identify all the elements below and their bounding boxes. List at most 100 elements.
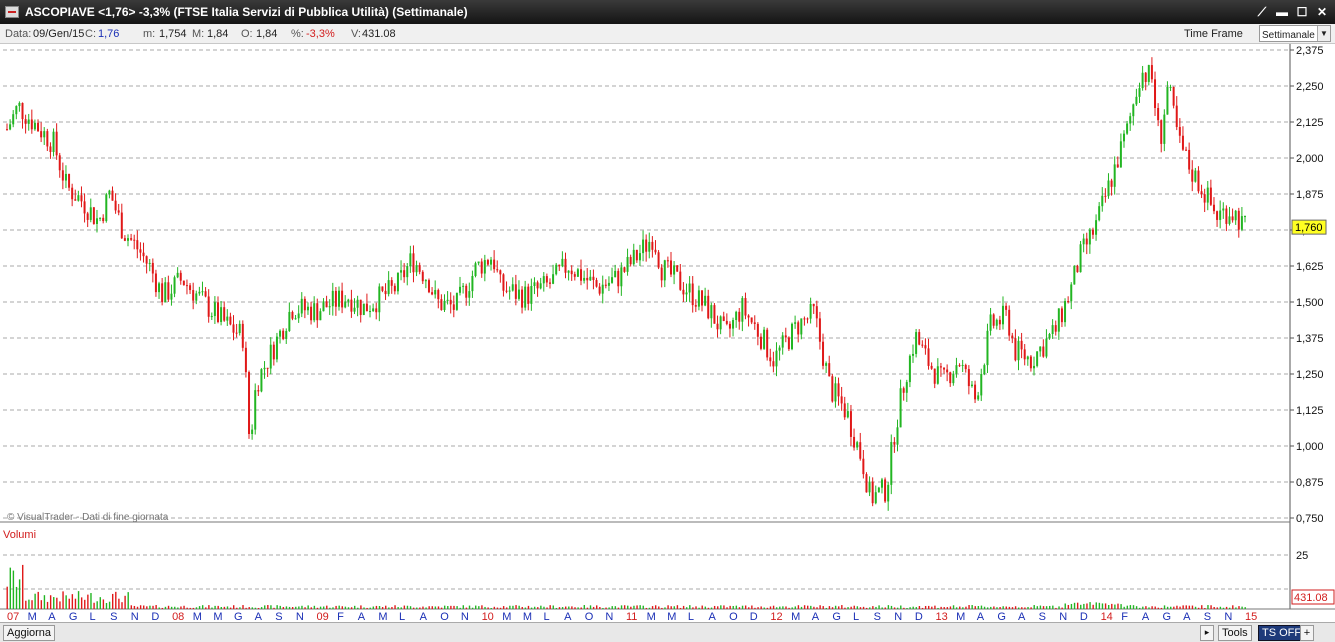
candle-body <box>316 303 319 321</box>
timeframe-select[interactable]: Settimanale ▼ <box>1259 25 1331 42</box>
volume-bar <box>611 606 613 609</box>
candle-body <box>825 363 828 366</box>
candle-body <box>179 272 182 281</box>
candle-body <box>406 265 409 278</box>
volume-bar <box>397 607 399 609</box>
candle-body <box>99 217 102 219</box>
price-tick-label: 0,750 <box>1296 513 1324 525</box>
volume-bar <box>1114 604 1116 609</box>
volume-bar <box>385 605 387 609</box>
candle-body <box>319 311 322 321</box>
volume-bar <box>856 606 859 609</box>
year-label: 13 <box>936 611 948 622</box>
volume-bar <box>233 605 235 609</box>
volume-bar <box>701 605 703 609</box>
volume-bar <box>217 605 219 609</box>
candle-body <box>114 200 117 211</box>
candle-body <box>362 303 365 315</box>
candle-body <box>927 348 930 366</box>
volume-bar <box>661 607 663 609</box>
volume-bar <box>1120 604 1122 609</box>
candle-body <box>784 335 787 338</box>
volume-bar <box>859 607 862 609</box>
candle-body <box>673 265 676 275</box>
candle-body <box>220 307 223 322</box>
settings-icon[interactable]: ⟋ <box>1253 3 1271 21</box>
volume-bar <box>170 606 173 609</box>
candle-body <box>1144 72 1147 82</box>
volume-bar <box>1228 607 1231 609</box>
candle-body <box>632 249 635 265</box>
volume-bar <box>400 607 402 609</box>
volume-bar <box>617 607 620 609</box>
candle-body <box>573 274 576 277</box>
volume-bar <box>341 606 343 609</box>
volume-bar <box>509 605 511 609</box>
volume-bar <box>267 605 269 609</box>
volume-bar <box>288 606 291 609</box>
add-button[interactable]: + <box>1300 625 1314 641</box>
volume-bar <box>1095 602 1097 609</box>
volume-bar <box>1142 606 1144 609</box>
candle-body <box>201 291 204 293</box>
volume-bar <box>37 591 39 609</box>
volume-bar <box>201 605 204 609</box>
minimize-button[interactable]: ▬ <box>1273 3 1291 21</box>
candle-body <box>263 367 266 370</box>
ts-off-button[interactable]: TS OFF <box>1258 625 1306 641</box>
month-label: L <box>853 611 859 622</box>
price-chart[interactable]: 2,3752,2502,1252,0001,8751,7501,6251,500… <box>0 44 1335 622</box>
volume-bar <box>1157 607 1160 609</box>
volume-bar <box>546 607 548 609</box>
candle-body <box>1147 65 1150 82</box>
volume-bar <box>77 591 80 609</box>
volume-bar <box>462 605 465 609</box>
candle-body <box>294 318 297 320</box>
volume-bar <box>270 605 272 609</box>
candle-body <box>970 384 973 387</box>
candle-body <box>9 124 12 130</box>
candle-body <box>477 261 480 264</box>
volume-bar <box>298 606 300 609</box>
volume-bar <box>468 605 471 609</box>
volume-bar <box>800 606 803 609</box>
candle-body <box>437 290 440 300</box>
refresh-button[interactable]: Aggiorna <box>3 625 56 641</box>
candle-body <box>884 479 887 502</box>
volume-bar <box>623 605 626 609</box>
candle-body <box>862 458 865 475</box>
volume-bar <box>450 605 452 609</box>
tools-button[interactable]: Tools <box>1218 625 1252 641</box>
month-label: A <box>1018 611 1026 622</box>
volume-bar <box>12 570 15 609</box>
candle-body <box>759 336 762 349</box>
quote-infobar: Data: 09/Gen/15 C: 1,76 m: 1,754 M: 1,84… <box>0 24 1335 44</box>
volume-bar <box>195 607 198 609</box>
candle-body <box>611 277 614 283</box>
candle-body <box>337 290 340 307</box>
close-button[interactable]: ✕ <box>1313 3 1331 21</box>
candle-body <box>617 270 620 287</box>
volume-bar <box>670 606 672 609</box>
price-tick-label: 1,875 <box>1296 189 1324 201</box>
candle-body <box>1163 114 1166 144</box>
volume-bar <box>1064 603 1066 609</box>
month-label: N <box>1224 611 1232 622</box>
candle-body <box>542 276 545 284</box>
candle-body <box>223 307 226 321</box>
candle-body <box>1175 105 1178 128</box>
candle-body <box>995 319 998 326</box>
volume-bar <box>1170 606 1172 609</box>
candle-body <box>86 213 89 220</box>
volume-bar <box>177 607 179 609</box>
month-label: A <box>977 611 985 622</box>
volume-bar <box>115 591 117 609</box>
candle-body <box>1200 191 1203 195</box>
scroll-right-button[interactable]: ▸ <box>1200 625 1214 641</box>
candle-body <box>111 190 114 201</box>
maximize-button[interactable]: ☐ <box>1293 3 1311 21</box>
candle-body <box>452 304 455 310</box>
volume-bar <box>673 606 675 609</box>
candle-body <box>148 262 151 264</box>
volume-bar <box>416 607 418 609</box>
